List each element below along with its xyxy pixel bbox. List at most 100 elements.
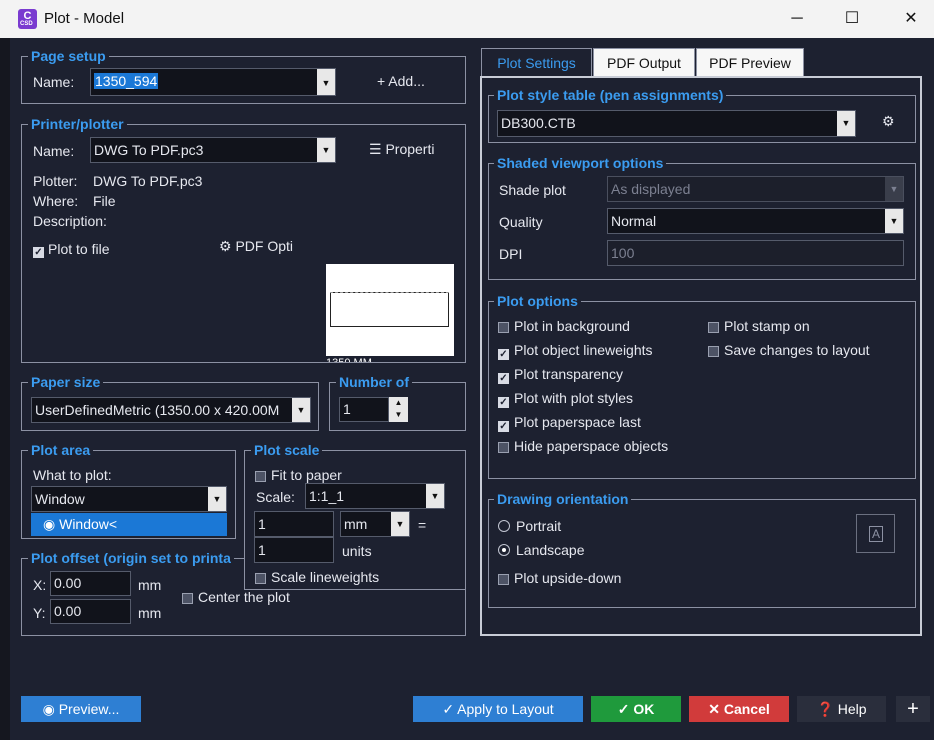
maximize-button[interactable]: ☐ [829, 6, 875, 32]
tab-plot-settings[interactable]: Plot Settings [481, 48, 592, 76]
copies-input[interactable]: 1 [339, 397, 389, 422]
what-to-plot-label: What to plot: [33, 467, 112, 483]
window-border [0, 38, 10, 740]
gear-icon[interactable]: ⚙ [882, 113, 895, 130]
plot-object-lineweights-label: Plot object lineweights [514, 342, 653, 358]
page-setup-title: Page setup [28, 48, 109, 64]
quality-combo[interactable]: Normal ▼ [607, 208, 904, 234]
spin-down-icon[interactable]: ▼ [389, 409, 408, 421]
cancel-button[interactable]: ✕ Cancel [689, 696, 789, 722]
chevron-down-icon: ▼ [317, 138, 335, 162]
paper-preview-margin [330, 292, 449, 293]
tab-pdf-preview[interactable]: PDF Preview [696, 48, 804, 76]
save-changes-checkbox[interactable] [708, 344, 719, 360]
offset-x-input[interactable]: 0.00 [50, 571, 131, 596]
offset-y-input[interactable]: 0.00 [50, 599, 131, 624]
scale-combo[interactable]: 1:1_1 ▼ [305, 483, 445, 509]
window-select-button[interactable]: ◉ Window< [31, 513, 227, 536]
title-bar: C CSD Plot - Model ─ ☐ ✕ [0, 0, 934, 38]
help-icon: ❓ [816, 701, 834, 717]
plot-transparency-checkbox[interactable]: ✓ [498, 368, 509, 384]
chevron-down-icon: ▼ [885, 209, 903, 233]
plot-stamp-checkbox[interactable] [708, 320, 719, 336]
offset-x-unit: mm [138, 577, 162, 593]
plot-in-background-label: Plot in background [514, 318, 630, 334]
shade-plot-combo[interactable]: As displayed ▼ [607, 176, 904, 202]
plot-in-background-checkbox[interactable] [498, 320, 509, 336]
plot-paperspace-last-checkbox[interactable]: ✓ [498, 416, 509, 432]
page-setup-name-label: Name: [33, 74, 75, 90]
chevron-down-icon: ▼ [885, 177, 903, 201]
paper-preview-caption: 1350 MM [326, 356, 454, 362]
offset-x-label: X: [33, 577, 47, 593]
hide-paperspace-label: Hide paperspace objects [514, 438, 669, 454]
quality-label: Quality [499, 214, 543, 230]
orientation-title: Drawing orientation [494, 491, 632, 507]
scale-lineweights-checkbox[interactable] [255, 571, 266, 587]
fit-to-paper-checkbox[interactable] [255, 469, 266, 485]
shade-plot-value: As displayed [611, 181, 691, 197]
landscape-label: Landscape [516, 542, 585, 558]
paper-preview [326, 264, 454, 356]
preview-button[interactable]: ◉ Preview... [21, 696, 141, 722]
window-select-label: Window< [59, 516, 118, 532]
shade-plot-label: Shade plot [499, 182, 566, 198]
ok-button[interactable]: ✓ OK [591, 696, 681, 722]
close-icon: ✕ [708, 701, 720, 717]
plot-scale-title: Plot scale [251, 442, 323, 458]
tab-pdf-output[interactable]: PDF Output [593, 48, 695, 76]
checkmark-icon: ✓ [33, 247, 44, 258]
paper-preview-area [330, 292, 449, 327]
scale-value: 1:1_1 [309, 488, 345, 504]
plot-with-styles-label: Plot with plot styles [514, 390, 634, 406]
plot-object-lineweights-checkbox[interactable]: ✓ [498, 344, 509, 360]
scale-value2-input[interactable]: 1 [254, 537, 334, 563]
apply-to-layout-button[interactable]: ✓ Apply to Layout [413, 696, 583, 722]
printer-name-combo[interactable]: DWG To PDF.pc3 ▼ [90, 137, 336, 163]
what-to-plot-combo[interactable]: Window ▼ [31, 486, 227, 512]
plot-to-file-label: Plot to file [48, 241, 110, 257]
scale-unit-value: mm [344, 516, 368, 532]
plot-to-file-checkbox[interactable]: ✓ [33, 242, 44, 258]
dpi-input[interactable]: 100 [607, 240, 904, 266]
checkmark-icon: ✓ [498, 373, 509, 384]
offset-y-label: Y: [33, 605, 46, 621]
scale-value1-input[interactable]: 1 [254, 511, 334, 537]
chevron-down-icon: ▼ [208, 487, 226, 511]
portrait-radio[interactable] [498, 519, 510, 535]
dpi-label: DPI [499, 246, 523, 262]
minimize-button[interactable]: ─ [774, 6, 820, 32]
copies-spinner[interactable]: ▲ ▼ [389, 397, 408, 422]
plot-options-title: Plot options [494, 293, 581, 309]
landscape-radio[interactable] [498, 543, 510, 559]
expand-button[interactable]: + [896, 696, 930, 722]
spin-up-icon[interactable]: ▲ [389, 397, 408, 409]
upside-down-checkbox[interactable] [498, 572, 509, 588]
properties-button[interactable]: ☰ Properti [369, 141, 434, 158]
close-button[interactable]: ✕ [888, 6, 934, 32]
what-to-plot-value: Window [35, 491, 85, 507]
scale-equals: = [418, 517, 427, 533]
help-button[interactable]: ❓ Help [797, 696, 886, 722]
plot-stamp-label: Plot stamp on [724, 318, 810, 334]
page-setup-name-combo[interactable]: 1350_594 ▼ [90, 68, 336, 96]
chevron-down-icon: ▼ [837, 111, 855, 136]
check-icon: ✓ [617, 701, 630, 717]
scale-unit-combo[interactable]: mm ▼ [340, 511, 410, 537]
pdf-options-button[interactable]: ⚙ PDF Opti [219, 238, 293, 255]
quality-value: Normal [611, 213, 657, 229]
center-plot-label: Center the plot [198, 589, 290, 605]
add-page-setup-button[interactable]: + Add... [377, 73, 425, 89]
scale-label: Scale: [256, 489, 295, 505]
printer-name-value: DWG To PDF.pc3 [94, 142, 204, 158]
plot-with-styles-checkbox[interactable]: ✓ [498, 392, 509, 408]
style-table-title: Plot style table (pen assignments) [494, 87, 727, 103]
style-table-combo[interactable]: DB300.CTB ▼ [497, 110, 856, 137]
center-plot-checkbox[interactable] [182, 591, 193, 607]
shaded-title: Shaded viewport options [494, 155, 667, 171]
fit-to-paper-label: Fit to paper [271, 467, 342, 483]
upside-down-label: Plot upside-down [514, 570, 622, 586]
copies-title: Number of [336, 374, 412, 390]
paper-size-combo[interactable]: UserDefinedMetric (1350.00 x 420.00M ▼ [31, 397, 311, 423]
hide-paperspace-checkbox[interactable] [498, 440, 509, 456]
